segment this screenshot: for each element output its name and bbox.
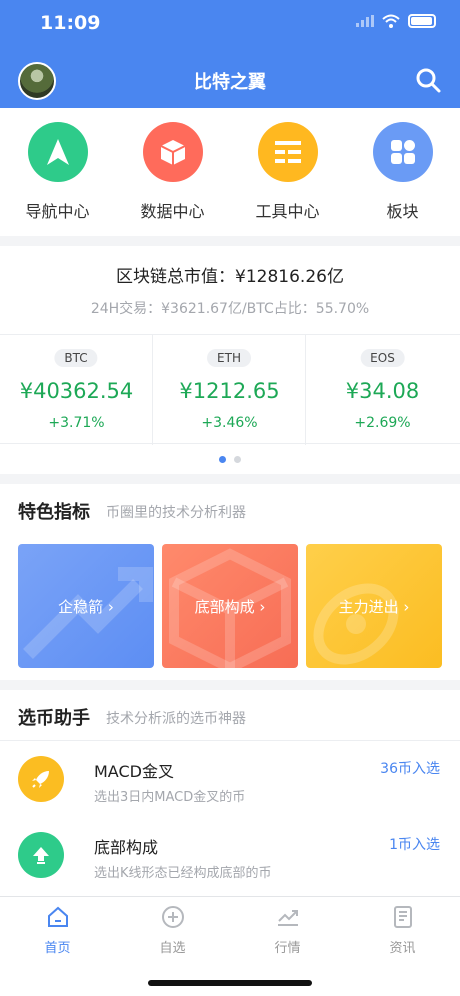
coin-ticker-row: BTC ¥40362.54 +3.71% ETH ¥1212.65 +3.46%… bbox=[0, 334, 460, 445]
picker-item-bottom[interactable]: 底部构成 选出K线形态已经构成底部的币 1币入选 bbox=[0, 818, 460, 896]
feature-card-bottom-formation[interactable]: 底部构成 › bbox=[162, 544, 298, 668]
coin-symbol: BTC bbox=[54, 349, 98, 367]
nav-item-tools[interactable]: 工具中心 bbox=[230, 108, 345, 236]
nav-label: 工具中心 bbox=[255, 202, 320, 221]
page-indicator bbox=[0, 456, 460, 463]
app-title: 比特之翼 bbox=[194, 72, 266, 93]
battery-icon bbox=[408, 14, 436, 28]
app-header: 11:09 比特之翼 bbox=[0, 0, 460, 108]
signal-icon bbox=[356, 15, 374, 27]
nav-label: 板块 bbox=[386, 202, 419, 221]
status-icons bbox=[356, 14, 436, 28]
feature-card-label: 企稳箭 › bbox=[58, 597, 114, 616]
home-icon bbox=[48, 906, 68, 927]
data-cube-icon bbox=[143, 122, 203, 182]
page-dot[interactable] bbox=[234, 456, 241, 463]
picker-item-count: 36币入选 bbox=[380, 761, 440, 777]
nav-label: 导航中心 bbox=[25, 202, 90, 221]
section-title: 选币助手 bbox=[18, 708, 90, 729]
coin-card-btc[interactable]: BTC ¥40362.54 +3.71% bbox=[0, 335, 153, 445]
picker-item-name: 底部构成 bbox=[94, 838, 159, 857]
tab-watchlist[interactable]: 自选 bbox=[115, 897, 230, 967]
wifi-icon bbox=[382, 14, 400, 28]
coin-card-eos[interactable]: EOS ¥34.08 +2.69% bbox=[306, 335, 459, 445]
coin-picker-section: 选币助手 技术分析派的选币神器 MACD金叉 选出3日内MACD金叉的币 36币… bbox=[0, 690, 460, 896]
coin-change: +3.46% bbox=[201, 415, 258, 431]
feature-card-capital-flow[interactable]: 主力进出 › bbox=[306, 544, 442, 668]
search-icon[interactable] bbox=[414, 66, 442, 94]
tab-label: 资讯 bbox=[389, 941, 416, 956]
status-bar: 11:09 bbox=[0, 0, 460, 50]
picker-item-desc: 选出K线形态已经构成底部的币 bbox=[94, 866, 272, 881]
tab-label: 首页 bbox=[44, 941, 71, 956]
arrow-up-icon bbox=[18, 832, 64, 878]
nav-grid: 导航中心 数据中心 工具中心 板块 bbox=[0, 108, 460, 236]
picker-item-count: 1币入选 bbox=[389, 837, 440, 853]
tab-market[interactable]: 行情 bbox=[230, 897, 345, 967]
feature-card-label: 主力进出 › bbox=[338, 597, 410, 616]
feature-card-stable-arrow[interactable]: 企稳箭 › bbox=[18, 544, 154, 668]
picker-item-macd[interactable]: MACD金叉 选出3日内MACD金叉的币 36币入选 bbox=[0, 742, 460, 820]
feature-indicators-section: 特色指标 币圈里的技术分析利器 企稳箭 › 底部构成 › 主力进出 › bbox=[0, 484, 460, 680]
nav-item-data[interactable]: 数据中心 bbox=[115, 108, 230, 236]
coin-symbol: EOS bbox=[360, 349, 405, 367]
feature-card-label: 底部构成 › bbox=[194, 597, 266, 616]
status-time: 11:09 bbox=[40, 12, 101, 34]
coin-price: ¥1212.65 bbox=[179, 379, 280, 403]
nav-item-sectors[interactable]: 板块 bbox=[345, 108, 460, 236]
tab-home[interactable]: 首页 bbox=[0, 897, 115, 967]
section-subtitle: 币圈里的技术分析利器 bbox=[106, 505, 246, 521]
page-dot-active[interactable] bbox=[219, 456, 226, 463]
coin-price: ¥40362.54 bbox=[19, 379, 134, 403]
market-total-cap: 区块链总市值：¥12816.26亿 bbox=[116, 267, 344, 287]
coin-price: ¥34.08 bbox=[345, 379, 420, 403]
navigation-arrow-icon bbox=[28, 122, 88, 182]
tab-label: 行情 bbox=[274, 941, 301, 956]
picker-item-name: MACD金叉 bbox=[94, 762, 174, 781]
chart-icon bbox=[278, 910, 298, 926]
section-title: 特色指标 bbox=[18, 502, 90, 523]
tools-list-icon bbox=[258, 122, 318, 182]
picker-item-desc: 选出3日内MACD金叉的币 bbox=[94, 790, 246, 805]
coin-change: +2.69% bbox=[354, 415, 411, 431]
nav-label: 数据中心 bbox=[140, 202, 205, 221]
market-overview: 区块链总市值：¥12816.26亿 24H交易：¥3621.67亿/BTC占比：… bbox=[0, 246, 460, 474]
add-circle-icon bbox=[162, 906, 184, 928]
feature-cards: 企稳箭 › 底部构成 › 主力进出 › bbox=[18, 544, 442, 668]
rocket-icon bbox=[18, 756, 64, 802]
grid-blocks-icon bbox=[373, 122, 433, 182]
home-indicator bbox=[148, 980, 312, 986]
coin-change: +3.71% bbox=[48, 415, 105, 431]
coin-card-eth[interactable]: ETH ¥1212.65 +3.46% bbox=[153, 335, 306, 445]
tab-news[interactable]: 资讯 bbox=[345, 897, 460, 967]
section-subtitle: 技术分析派的选币神器 bbox=[106, 711, 246, 727]
market-volume: 24H交易：¥3621.67亿/BTC占比：55.70% bbox=[90, 301, 370, 317]
nav-item-navigation[interactable]: 导航中心 bbox=[0, 108, 115, 236]
coin-symbol: ETH bbox=[207, 349, 251, 367]
tab-label: 自选 bbox=[159, 941, 186, 956]
news-icon bbox=[394, 906, 412, 928]
divider bbox=[0, 740, 460, 741]
